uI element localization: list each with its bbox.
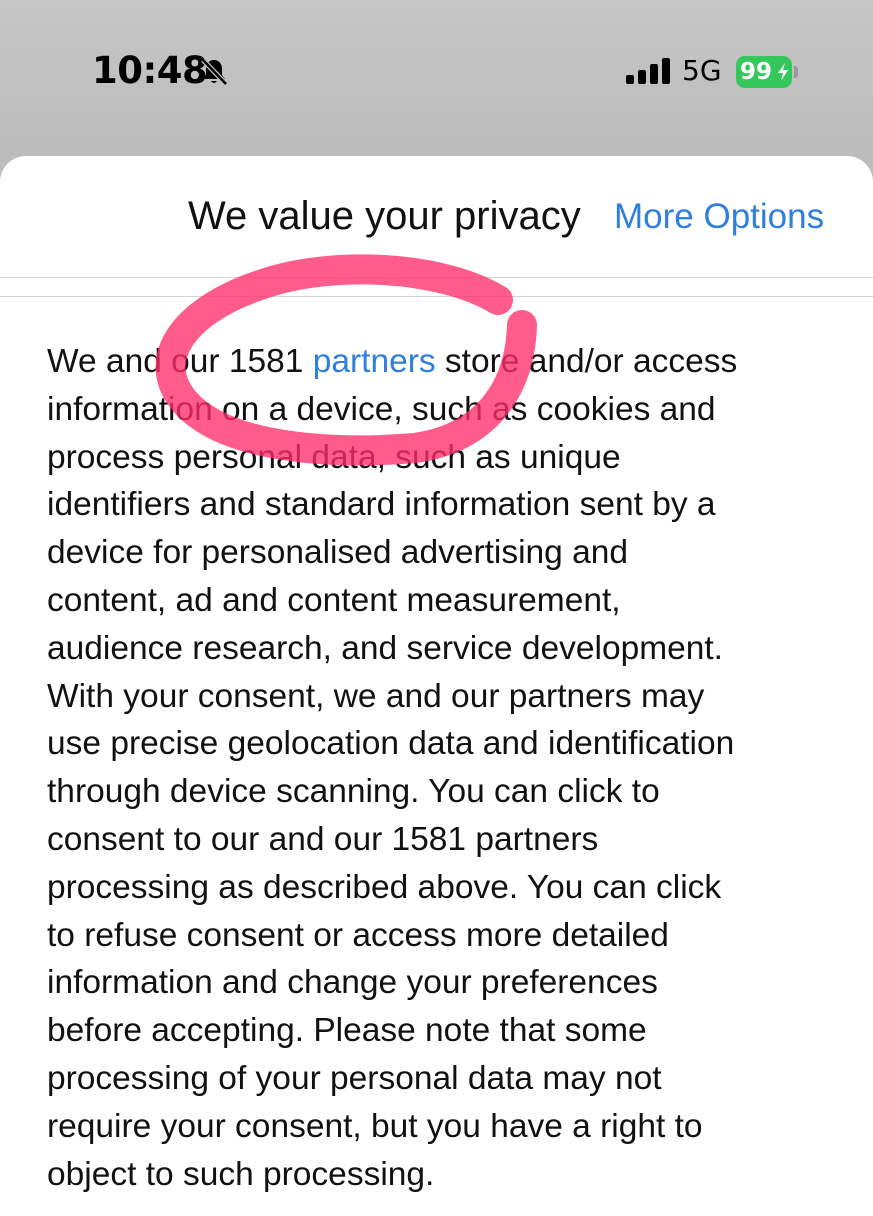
body-line: before accepting. Please note that some	[47, 1012, 647, 1050]
body-line: identifiers and standard information sen…	[47, 486, 716, 524]
body-text-segment: store and/or access	[435, 343, 738, 380]
body-line: information on a device, such as cookies…	[47, 390, 716, 428]
body-line: require your consent, but you have a rig…	[47, 1107, 703, 1145]
body-line: consent to our and our 1581 partners	[47, 820, 599, 858]
dialog-title: We value your privacy	[188, 194, 581, 238]
battery-charging-icon: 99	[736, 56, 792, 88]
body-line: processing of your personal data may not	[47, 1059, 662, 1097]
body-line: audience research, and service developme…	[47, 629, 723, 667]
body-line: use precise geolocation data and identif…	[47, 725, 735, 763]
status-bar: 10:48 5G 99	[0, 0, 873, 140]
body-line: processing as described above. You can c…	[47, 868, 722, 906]
battery-nub	[794, 66, 798, 78]
body-line: object to such processing.	[47, 1155, 435, 1193]
body-line: device for personalised advertising and	[47, 534, 629, 572]
network-type: 5G	[682, 54, 722, 87]
body-line: We and our 1581 partners store and/or ac…	[47, 338, 862, 386]
more-options-link[interactable]: More Options	[614, 194, 824, 240]
bolt-icon	[778, 63, 788, 81]
body-text-segment: We and our 1581	[47, 343, 313, 380]
body-line: process personal data, such as unique	[47, 438, 621, 476]
bell-slash-icon	[201, 58, 228, 86]
header-divider	[0, 277, 873, 278]
body-line: to refuse consent or access more detaile…	[47, 916, 669, 954]
body-line: through device scanning. You can click t…	[47, 773, 660, 811]
content-divider	[0, 296, 873, 297]
cellular-signal-icon	[626, 58, 670, 84]
partners-link[interactable]: partners	[313, 343, 436, 380]
consent-body-text: We and our 1581 partners store and/or ac…	[47, 338, 862, 1198]
status-time: 10:48	[92, 49, 208, 92]
body-line: With your consent, we and our partners m…	[47, 677, 705, 715]
battery-level: 99	[740, 59, 773, 85]
body-line: content, ad and content measurement,	[47, 581, 621, 619]
body-line: information and change your preferences	[47, 964, 658, 1002]
